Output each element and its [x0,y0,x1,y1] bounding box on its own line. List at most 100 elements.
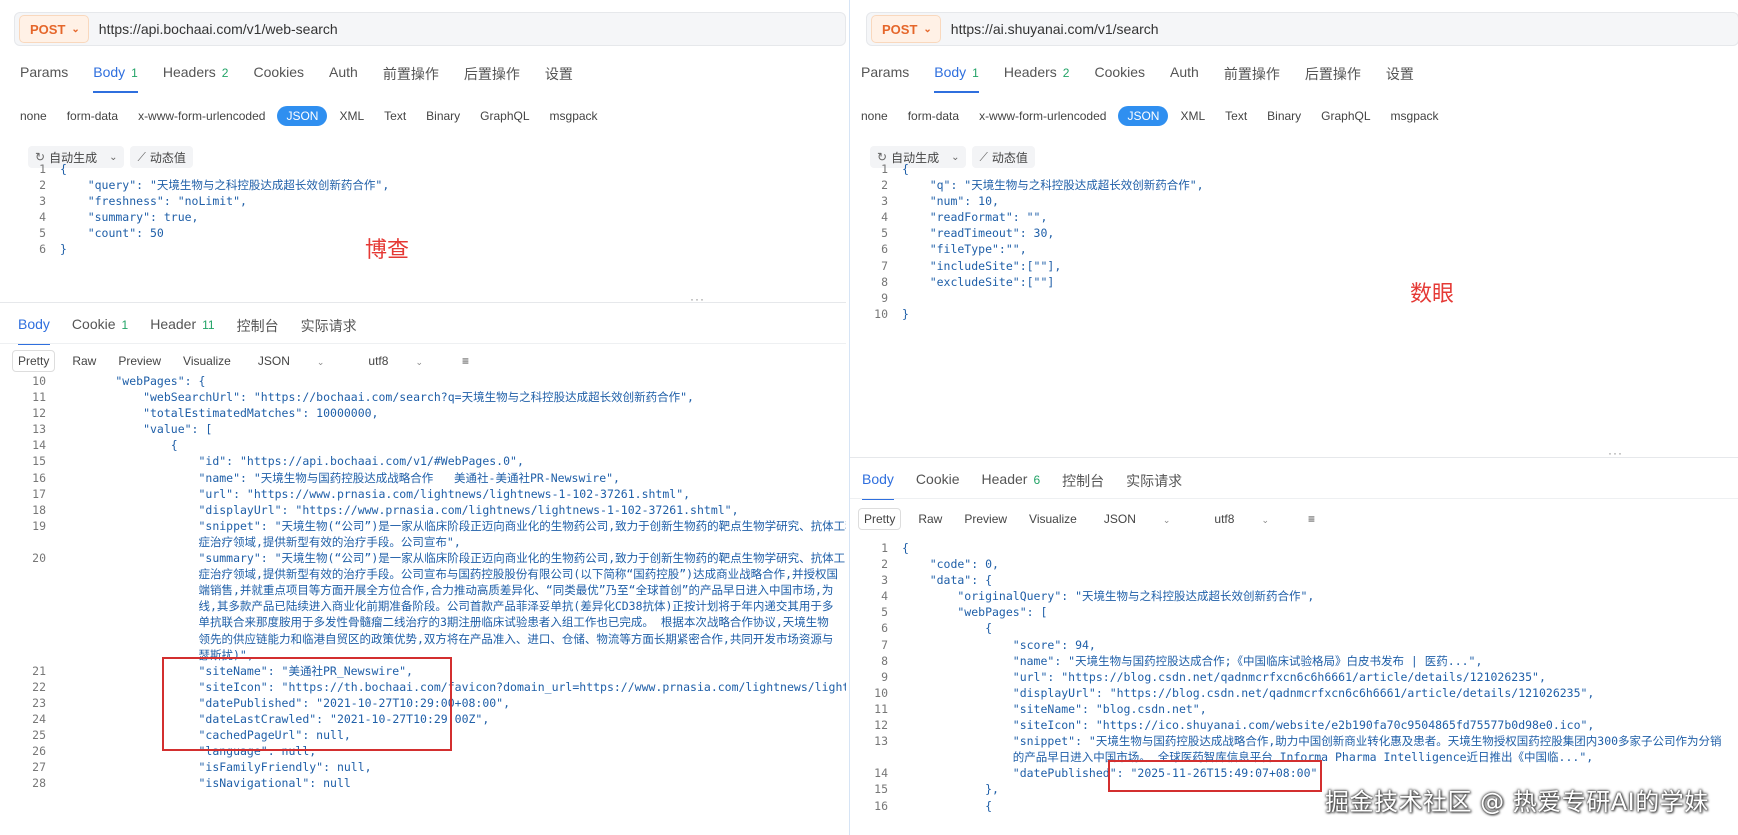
body-type-json[interactable]: JSON [1118,106,1169,126]
code-text: "q": "天境生物与之科控股达成超长效创新药合作", [902,178,1204,193]
tab-cookie[interactable]: Cookie 1 [72,316,128,345]
view-mode-visualize[interactable]: Visualize [1024,509,1082,529]
line-number: 28 [32,776,46,791]
code-text: "num": 10, [902,194,999,209]
view-mode-visualize[interactable]: Visualize [178,351,236,371]
format-select[interactable]: JSON ⌄ [1094,509,1193,529]
wrap-lines-icon[interactable]: ≡ [457,351,474,371]
tab-label: Cookies [1094,64,1146,80]
view-mode-raw[interactable]: Raw [913,509,947,529]
request-body-editor[interactable]: 1{2 "query": "天境生物与之科控股达成超长效创新药合作", 3 "fr… [18,161,389,258]
body-type-msgpack[interactable]: msgpack [550,109,598,123]
body-type-x-www-form-urlencoded[interactable]: x-www-form-urlencoded [979,109,1106,123]
tab-params[interactable]: Params [20,64,68,93]
method-select[interactable]: POST ⌄ [19,15,89,43]
body-type-text[interactable]: Text [1225,109,1247,123]
body-type-form-data[interactable]: form-data [67,109,118,123]
tab-header[interactable]: Header 6 [982,471,1041,500]
divider [850,457,1738,458]
body-type-json[interactable]: JSON [277,106,328,126]
tab-auth[interactable]: Auth [1170,64,1199,93]
line-number: 6 [39,242,46,257]
line-number: 3 [881,573,888,588]
tab-前置操作[interactable]: 前置操作 [383,64,439,93]
line-number: 6 [881,621,888,636]
tab-label: Body [93,64,126,80]
body-type-form-data[interactable]: form-data [908,109,959,123]
divider [0,343,846,344]
tab-body[interactable]: Body 1 [934,64,979,93]
url-input[interactable]: https://ai.shuyanai.com/v1/search [951,21,1159,37]
tab-body[interactable]: Body [18,316,50,345]
body-type-xml[interactable]: XML [339,109,364,123]
tab-count-badge: 1 [121,318,129,332]
tab-控制台[interactable]: 控制台 [1062,471,1104,500]
body-type-text[interactable]: Text [384,109,406,123]
tab-后置操作[interactable]: 后置操作 [1305,64,1361,93]
code-text: "excludeSite":[""] [902,274,1055,289]
body-type-none[interactable]: none [20,109,47,123]
code-line: 10} [860,306,1204,322]
body-type-x-www-form-urlencoded[interactable]: x-www-form-urlencoded [138,109,265,123]
wrap-lines-icon[interactable]: ≡ [1303,509,1320,529]
tab-headers[interactable]: Headers 2 [1004,64,1070,93]
line-number: 12 [32,406,46,421]
tab-header[interactable]: Header 11 [150,316,214,345]
response-view-bar: Pretty Raw Preview Visualize JSON ⌄ utf8 ⌄ ≡ [12,350,486,372]
view-mode-raw[interactable]: Raw [67,351,101,371]
code-line: 10 "webPages": { [18,373,846,389]
code-text: } [902,306,909,321]
tab-headers[interactable]: Headers 2 [163,64,229,93]
code-line: 6 { [860,620,1722,636]
request-body-editor[interactable]: 1{2 "q": "天境生物与之科控股达成超长效创新药合作", 3 "num": … [860,161,1204,322]
url-input[interactable]: https://api.bochaai.com/v1/web-search [99,21,338,37]
tab-body[interactable]: Body 1 [93,64,138,93]
body-type-msgpack[interactable]: msgpack [1391,109,1439,123]
tab-设置[interactable]: 设置 [1386,64,1414,93]
body-type-graphql[interactable]: GraphQL [1321,109,1370,123]
tab-后置操作[interactable]: 后置操作 [464,64,520,93]
view-mode-pretty[interactable]: Pretty [858,508,902,530]
tab-前置操作[interactable]: 前置操作 [1224,64,1280,93]
url-bar[interactable]: POST ⌄ https://api.bochaai.com/v1/web-sea… [14,12,846,46]
body-type-binary[interactable]: Binary [1267,109,1301,123]
resize-handle[interactable]: ··· [690,292,705,306]
encoding-label: utf8 [368,354,389,368]
line-number: 5 [881,226,888,241]
code-text: "webSearchUrl": "https://bochaai.com/sea… [60,390,694,405]
tab-设置[interactable]: 设置 [545,64,573,93]
line-number: 25 [32,728,46,743]
body-type-xml[interactable]: XML [1180,109,1205,123]
code-text: "name": "天境生物与国药控股达成合作;《中国临床试验格局》白皮书发布 |… [902,653,1483,668]
method-select[interactable]: POST ⌄ [871,15,941,43]
body-type-none[interactable]: none [861,109,888,123]
format-select[interactable]: JSON ⌄ [248,351,347,371]
tab-cookie[interactable]: Cookie [916,471,960,500]
tab-控制台[interactable]: 控制台 [237,316,279,345]
line-number: 6 [881,242,888,257]
code-text: "query": "天境生物与之科控股达成超长效创新药合作", [60,178,390,193]
tab-cookies[interactable]: Cookies [253,64,304,93]
tab-count-badge: 1 [131,66,138,80]
line-number: 4 [881,210,888,225]
tab-实际请求[interactable]: 实际请求 [301,316,357,345]
tab-body[interactable]: Body [862,471,894,500]
view-mode-preview[interactable]: Preview [113,351,166,371]
view-mode-pretty[interactable]: Pretty [12,350,56,372]
body-type-graphql[interactable]: GraphQL [480,109,529,123]
encoding-select[interactable]: utf8 ⌄ [1204,509,1291,529]
tab-auth[interactable]: Auth [329,64,358,93]
code-line: 1{ [860,161,1204,177]
body-type-selector: none form-data x-www-form-urlencoded JSON XM… [861,106,1459,126]
code-line: 1{ [18,161,389,177]
tab-实际请求[interactable]: 实际请求 [1126,471,1182,500]
view-mode-preview[interactable]: Preview [959,509,1012,529]
encoding-select[interactable]: utf8 ⌄ [358,351,445,371]
tab-params[interactable]: Params [861,64,909,93]
tab-label: Headers [1003,64,1057,80]
url-bar[interactable]: POST ⌄ https://ai.shuyanai.com/v1/search [866,12,1738,46]
tab-label: 后置操作 [463,66,520,82]
code-line: 7 "includeSite":[""], [860,258,1204,274]
tab-cookies[interactable]: Cookies [1094,64,1145,93]
body-type-binary[interactable]: Binary [426,109,460,123]
